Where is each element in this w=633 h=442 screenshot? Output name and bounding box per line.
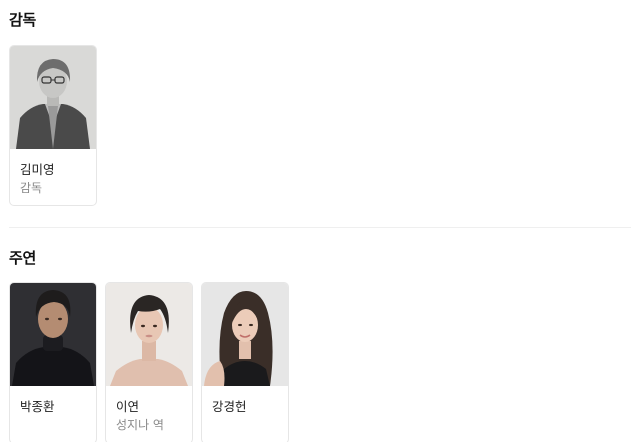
person-role: 감독	[20, 181, 43, 195]
person-role: 성지나 역	[116, 418, 164, 432]
person-card-cast-2[interactable]: 이연 성지나 역	[105, 282, 193, 442]
person-name: 강경헌	[212, 399, 247, 414]
actor-photo	[10, 283, 96, 386]
director-photo	[10, 46, 96, 149]
actress-photo	[202, 283, 288, 386]
section-divider	[9, 227, 631, 228]
people-page: 감독 김미영 감독 주연 박종환 이연 성지나 역 강경헌	[0, 0, 633, 442]
person-name: 이연	[116, 399, 140, 414]
person-name: 박종환	[20, 399, 55, 414]
person-card-director[interactable]: 김미영 감독	[9, 45, 97, 206]
person-name: 김미영	[20, 162, 55, 177]
cast-section-title: 주연	[9, 249, 37, 267]
person-card-cast-1[interactable]: 박종환	[9, 282, 97, 442]
director-section-title: 감독	[9, 11, 37, 29]
person-card-cast-3[interactable]: 강경헌	[201, 282, 289, 442]
actress-photo	[106, 283, 192, 386]
